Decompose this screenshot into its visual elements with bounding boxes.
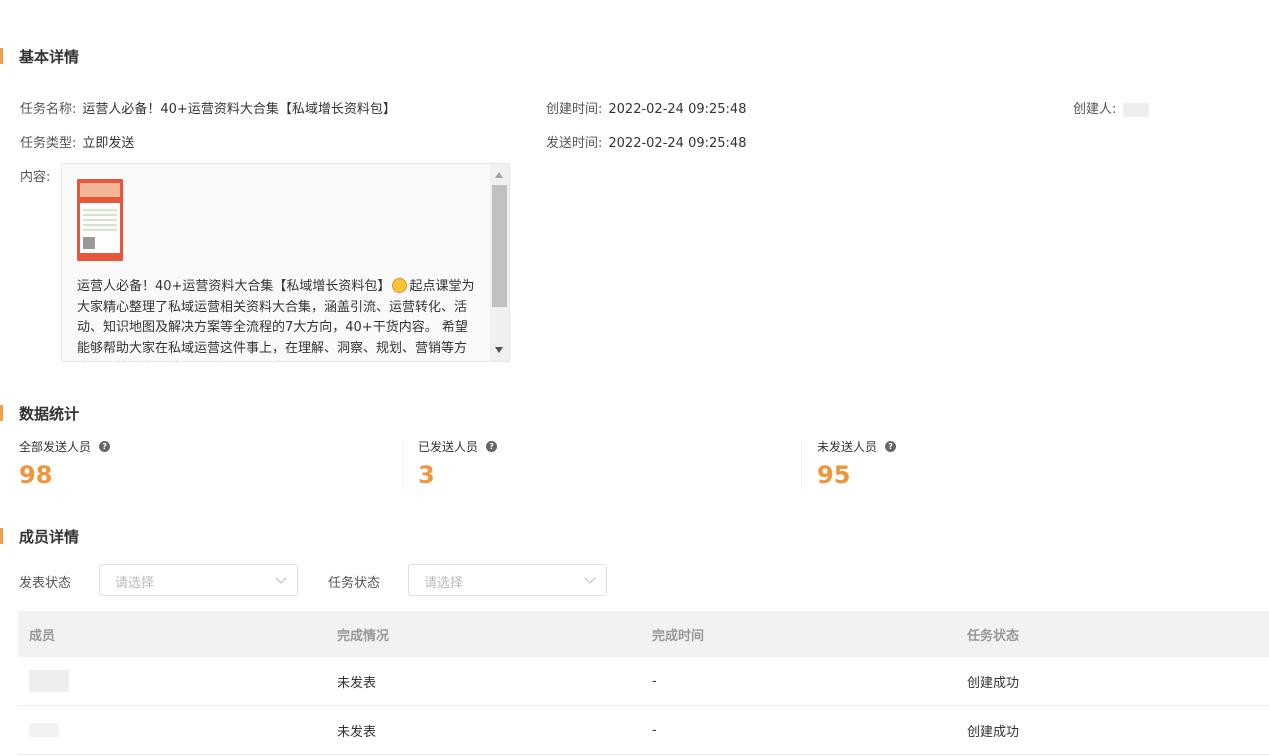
section-title: 基本详情	[19, 47, 80, 66]
help-icon[interactable]: ?	[99, 441, 111, 452]
member-avatar-blurred	[29, 670, 69, 692]
stat-divider	[801, 440, 802, 490]
creator-label: 创建人:	[1073, 102, 1117, 117]
member-cell	[18, 723, 337, 738]
creator-avatar-blurred	[1122, 102, 1149, 117]
smile-emoji-icon	[392, 278, 408, 293]
content-text: 运营人必备！40+运营资料大合集【私域增长资料包】 起点课堂为大家精心整理了私域运…	[77, 277, 477, 361]
select-placeholder: 请选择	[424, 576, 464, 591]
stat-label: 未发送人员	[817, 440, 878, 454]
created-time-value: 2022-02-24 09:25:48	[608, 102, 747, 117]
content-scrollbar[interactable]	[490, 164, 509, 361]
completion-cell: 未发表	[337, 675, 377, 691]
section-accent-bar	[0, 405, 3, 421]
task-status-cell: 创建成功	[967, 724, 1020, 740]
send-time-label: 发送时间:	[546, 136, 603, 151]
stat-label: 已发送人员	[418, 440, 479, 454]
content-label: 内容:	[20, 170, 51, 185]
send-time-field: 发送时间: 2022-02-24 09:25:48	[546, 132, 746, 151]
chevron-down-icon	[275, 572, 287, 584]
content-text-line-1: 运营人必备！40+运营资料大合集【私域增长资料包】	[77, 279, 391, 294]
section-accent-bar	[0, 48, 3, 64]
section-basic-details: 基本详情	[0, 46, 79, 66]
creator-field: 创建人:	[1073, 98, 1149, 117]
stat-divider	[402, 440, 403, 490]
help-icon[interactable]: ?	[486, 441, 498, 452]
task-status-select[interactable]: 请选择	[408, 564, 607, 596]
created-time-label: 创建时间:	[546, 102, 603, 117]
section-member-details: 成员详情	[0, 526, 79, 546]
column-header-task-status: 任务状态	[967, 628, 1020, 644]
table-header: 成员 完成情况 完成时间 任务状态	[18, 611, 1269, 657]
stat-all-recipients: 全部发送人员? 98	[19, 438, 111, 489]
member-table: 成员 完成情况 完成时间 任务状态 未发表 - 创建成功 未发表 - 创建成功	[18, 611, 1269, 755]
publish-status-label: 发表状态	[19, 576, 72, 591]
task-status-cell: 创建成功	[967, 675, 1020, 691]
completion-time-cell: -	[652, 673, 657, 689]
content-inner: 运营人必备！40+运营资料大合集【私域增长资料包】 起点课堂为大家精心整理了私域运…	[77, 179, 477, 361]
stat-value: 98	[19, 461, 53, 489]
task-name-label: 任务名称:	[20, 102, 77, 117]
scroll-thumb[interactable]	[492, 185, 507, 307]
task-type-field: 任务类型: 立即发送	[20, 132, 134, 151]
stat-value: 3	[418, 461, 435, 489]
completion-time-cell: -	[652, 722, 657, 738]
task-status-label: 任务状态	[328, 576, 381, 591]
section-statistics: 数据统计	[0, 403, 79, 423]
content-preview-box[interactable]: 运营人必备！40+运营资料大合集【私域增长资料包】 起点课堂为大家精心整理了私域运…	[61, 163, 510, 362]
stat-label: 全部发送人员	[19, 440, 92, 454]
table-row[interactable]: 未发表 - 创建成功	[18, 706, 1269, 755]
task-type-value: 立即发送	[82, 136, 135, 151]
chevron-down-icon	[584, 572, 596, 584]
column-header-completion: 完成情况	[337, 628, 390, 644]
help-icon[interactable]: ?	[885, 441, 897, 452]
member-cell	[18, 670, 337, 692]
scroll-up-icon[interactable]	[495, 172, 503, 178]
completion-cell: 未发表	[337, 724, 377, 740]
section-title: 数据统计	[19, 404, 80, 423]
created-time-field: 创建时间: 2022-02-24 09:25:48	[546, 98, 746, 117]
poster-image[interactable]	[77, 179, 123, 261]
task-name-field: 任务名称: 运营人必备！40+运营资料大合集【私域增长资料包】	[20, 98, 396, 117]
scroll-down-icon[interactable]	[495, 347, 503, 353]
publish-status-select[interactable]: 请选择	[99, 564, 298, 596]
select-placeholder: 请选择	[115, 576, 155, 591]
column-header-completion-time: 完成时间	[652, 628, 705, 644]
stat-sent-recipients: 已发送人员? 3	[418, 438, 498, 489]
table-row[interactable]: 未发表 - 创建成功	[18, 657, 1269, 706]
section-title: 成员详情	[19, 527, 80, 546]
task-name-value: 运营人必备！40+运营资料大合集【私域增长资料包】	[82, 102, 396, 117]
column-header-member: 成员	[29, 628, 56, 644]
stat-value: 95	[817, 461, 851, 489]
stat-unsent-recipients: 未发送人员? 95	[817, 438, 897, 489]
content-label-field: 内容:	[20, 166, 50, 185]
send-time-value: 2022-02-24 09:25:48	[608, 136, 747, 151]
member-avatar-blurred	[29, 723, 59, 737]
section-accent-bar	[0, 528, 3, 544]
task-type-label: 任务类型:	[20, 136, 77, 151]
